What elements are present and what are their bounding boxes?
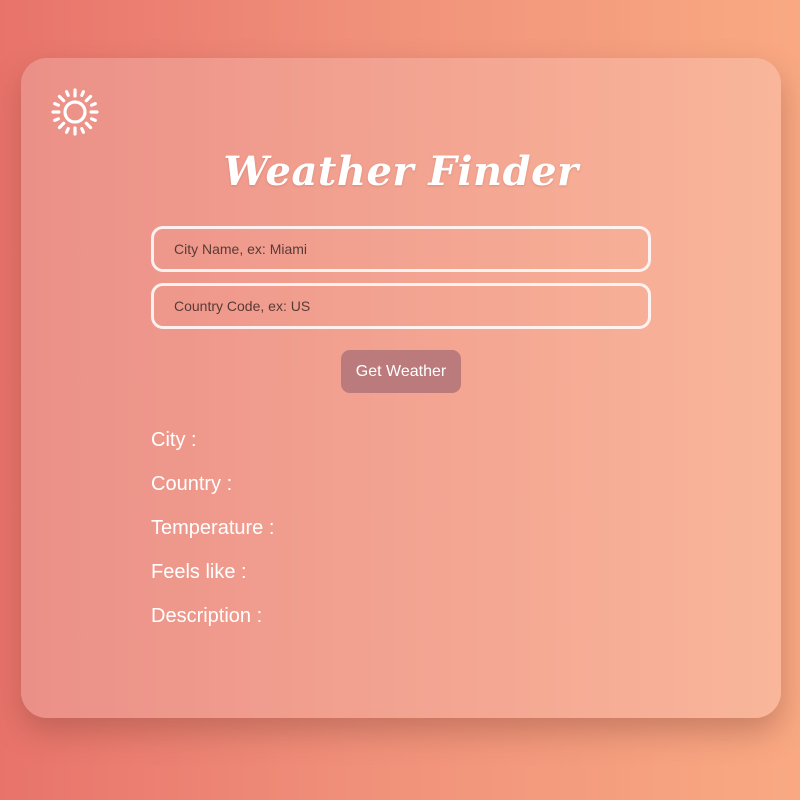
- result-label: Country :: [151, 473, 233, 495]
- result-feels-like: Feels like :: [151, 560, 274, 604]
- country-code-input[interactable]: [151, 283, 651, 329]
- city-input[interactable]: [151, 226, 651, 272]
- result-country: Country :: [151, 472, 274, 516]
- result-description: Description :: [151, 604, 274, 648]
- sun-icon: [50, 87, 100, 137]
- get-weather-button[interactable]: Get Weather: [341, 350, 461, 393]
- result-city: City :: [151, 428, 274, 472]
- result-label: Temperature :: [151, 517, 275, 539]
- result-label: City :: [151, 429, 197, 451]
- result-label: Description :: [151, 605, 263, 627]
- result-temperature: Temperature :: [151, 516, 274, 560]
- page-title: Weather Finder: [223, 148, 579, 195]
- weather-card: Weather Finder Get Weather City : Countr…: [21, 58, 781, 718]
- weather-results: City : Country : Temperature : Feels lik…: [151, 428, 274, 648]
- result-label: Feels like :: [151, 561, 247, 583]
